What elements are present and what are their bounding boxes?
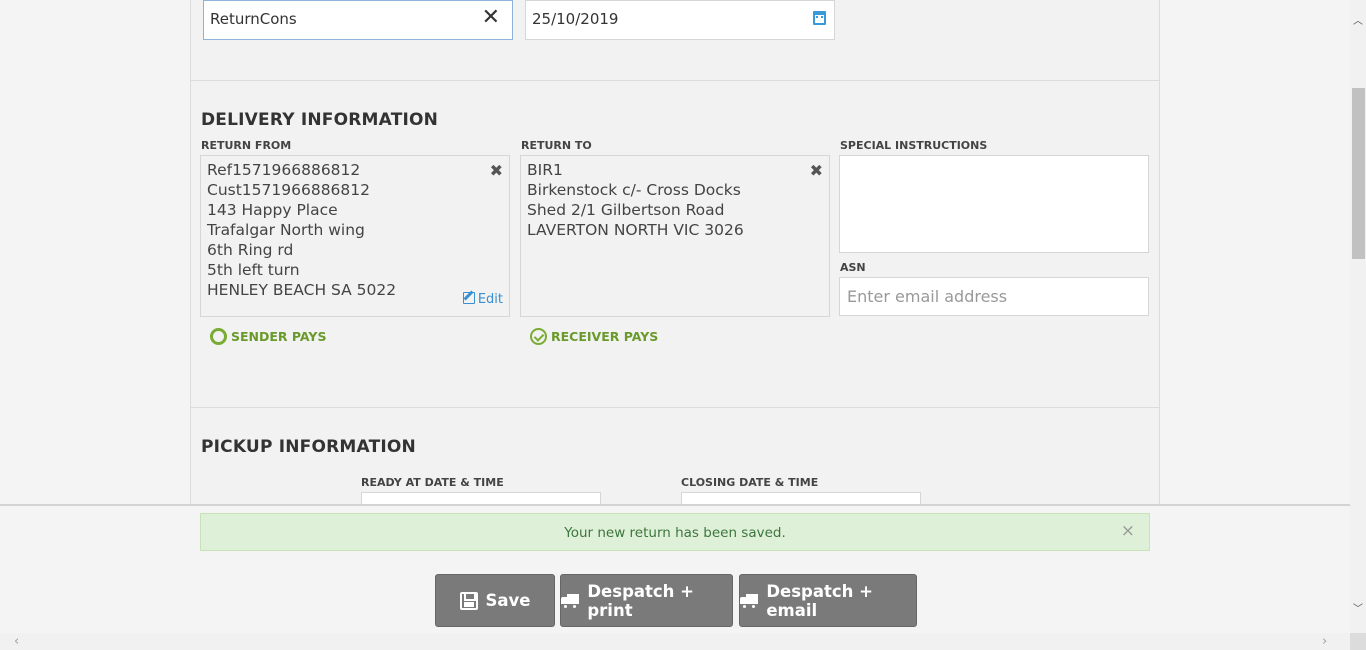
alert-message: Your new return has been saved. [564,525,786,541]
truck-icon [561,593,580,609]
return-to-address: BIR1 Birkenstock c/- Cross Docks Shed 2/… [520,155,830,317]
scroll-left-icon[interactable]: ‹ [14,634,19,649]
despatch-print-button[interactable]: Despatch + print [560,574,733,627]
save-button[interactable]: Save [435,574,555,627]
address-line: 5th left turn [207,261,300,279]
alert-close-icon[interactable]: × [1121,521,1135,541]
return-to-label: RETURN TO [521,139,592,152]
check-circle-icon [530,328,547,345]
return-from-address: Ref1571966886812 Cust1571966886812 143 H… [200,155,510,317]
scroll-down-icon[interactable]: ﹀ [1353,600,1363,615]
return-from-label: RETURN FROM [201,139,292,152]
horizontal-scrollbar[interactable]: ‹ › [0,633,1350,650]
delivery-section-title: DELIVERY INFORMATION [201,110,439,130]
scroll-up-icon[interactable]: ︿ [1353,12,1363,27]
edit-icon [462,292,475,304]
despatch-print-label: Despatch + print [587,581,694,620]
address-line: 6th Ring rd [207,241,294,259]
action-footer: Your new return has been saved. × Save D… [0,504,1350,633]
receiver-pays-radio[interactable]: RECEIVER PAYS [530,328,658,345]
date-input[interactable]: 25/10/2019 [525,0,835,40]
return-form-card: ReturnCons ✕ 25/10/2019 DELIVERY INFORMA… [190,0,1160,512]
success-alert: Your new return has been saved. × [200,513,1150,551]
edit-label: Edit [477,292,503,307]
remove-icon[interactable]: ✖ [810,161,823,181]
truck-icon [740,593,759,609]
section-divider [191,407,1159,408]
calendar-icon[interactable] [813,11,826,25]
sender-pays-label: SENDER PAYS [231,329,327,344]
close-icon[interactable]: ✕ [482,7,500,29]
scroll-right-icon[interactable]: › [1322,634,1327,649]
ready-at-label: READY AT DATE & TIME [361,476,504,489]
scrollbar-corner [1350,633,1366,650]
closing-label: CLOSING DATE & TIME [681,476,819,489]
reference-input[interactable]: ReturnCons ✕ [203,0,513,40]
pickup-section-title: PICKUP INFORMATION [201,437,416,457]
address-line: LAVERTON NORTH VIC 3026 [527,221,744,239]
scroll-thumb[interactable] [1352,88,1365,259]
despatch-email-button[interactable]: Despatch + email [739,574,917,627]
reference-value: ReturnCons [210,10,297,28]
date-value: 25/10/2019 [532,10,619,28]
address-line: BIR1 [527,161,563,179]
special-instructions-label: SPECIAL INSTRUCTIONS [840,139,988,152]
address-line: Ref1571966886812 [207,161,361,179]
save-label: Save [485,591,531,610]
receiver-pays-label: RECEIVER PAYS [551,329,659,344]
address-line: Trafalgar North wing [207,221,365,239]
address-line: Birkenstock c/- Cross Docks [527,181,741,199]
section-divider [191,80,1159,81]
address-line: 143 Happy Place [207,201,338,219]
save-icon [459,591,478,610]
despatch-email-label: Despatch + email [766,581,873,620]
radio-unchecked-icon [210,328,227,345]
vertical-scrollbar[interactable]: ︿ ﹀ [1350,0,1366,633]
asn-email-input[interactable]: Enter email address [839,277,1149,316]
sender-pays-radio[interactable]: SENDER PAYS [210,328,326,345]
address-line: Shed 2/1 Gilbertson Road [527,201,725,219]
remove-icon[interactable]: ✖ [490,161,503,181]
special-instructions-textarea[interactable] [839,155,1149,253]
address-line: HENLEY BEACH SA 5022 [207,281,397,299]
address-line: Cust1571966886812 [207,181,370,199]
asn-label: ASN [840,261,866,274]
edit-address-link[interactable]: Edit [462,290,503,310]
